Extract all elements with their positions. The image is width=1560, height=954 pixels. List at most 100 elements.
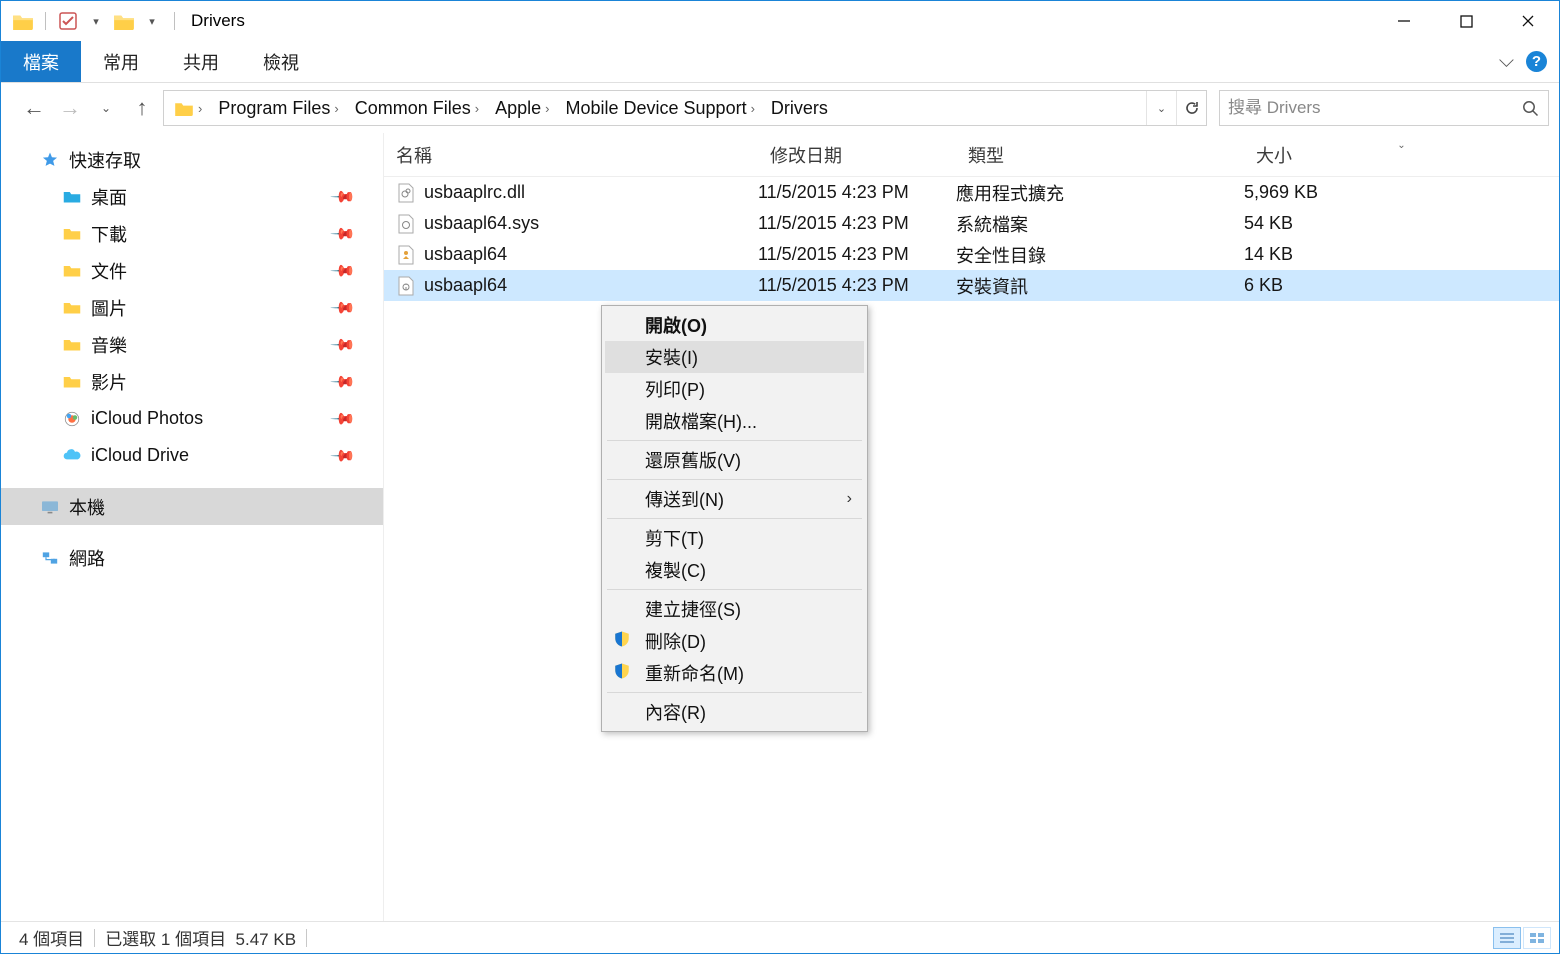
pin-icon: 📌 (329, 182, 357, 210)
ctx-restore[interactable]: 還原舊版(V) (605, 444, 864, 476)
menu-separator (607, 518, 862, 519)
help-icon[interactable]: ? (1526, 51, 1547, 72)
sidebar-item-videos[interactable]: 影片📌 (1, 363, 383, 400)
pin-icon: 📌 (329, 367, 357, 395)
menu-separator (607, 440, 862, 441)
forward-button[interactable]: → (55, 93, 85, 123)
up-button[interactable]: ↑ (127, 93, 157, 123)
ctx-install[interactable]: 安裝(I) (605, 341, 864, 373)
close-button[interactable] (1497, 1, 1559, 41)
back-button[interactable]: ← (19, 93, 49, 123)
breadcrumb-item[interactable]: Program Files› (212, 91, 348, 125)
navigation-bar: ← → ⌄ ↑ › Program Files› Common Files› A… (1, 83, 1559, 133)
folder-icon (61, 260, 83, 282)
pin-icon: 📌 (329, 219, 357, 247)
recent-dropdown-icon[interactable]: ⌄ (91, 93, 121, 123)
shield-icon (613, 630, 631, 653)
divider (45, 12, 46, 30)
search-box[interactable] (1219, 90, 1549, 126)
column-date[interactable]: 修改日期 (758, 142, 956, 168)
file-row[interactable]: usbaapl64 11/5/2015 4:23 PM 安全性目錄 14 KB (384, 239, 1559, 270)
refresh-button[interactable] (1176, 91, 1206, 125)
divider (306, 929, 307, 947)
column-type[interactable]: 類型 (956, 142, 1244, 168)
tab-home[interactable]: 常用 (81, 41, 161, 82)
menu-separator (607, 479, 862, 480)
ctx-copy[interactable]: 複製(C) (605, 554, 864, 586)
file-row[interactable]: usbaapl64.sys 11/5/2015 4:23 PM 系統檔案 54 … (384, 208, 1559, 239)
sidebar-item-music[interactable]: 音樂📌 (1, 326, 383, 363)
folder-icon (61, 334, 83, 356)
pin-icon: 📌 (329, 330, 357, 358)
shield-icon (613, 662, 631, 685)
icloud-drive-icon (61, 445, 83, 467)
breadcrumb-item[interactable]: Drivers (765, 91, 834, 125)
pc-icon (39, 496, 61, 518)
sidebar-this-pc[interactable]: 本機 (1, 488, 383, 525)
tab-file[interactable]: 檔案 (1, 41, 81, 82)
maximize-button[interactable] (1435, 1, 1497, 41)
sidebar-item-documents[interactable]: 文件📌 (1, 252, 383, 289)
status-item-count: 4 個項目 (9, 925, 94, 950)
ribbon-expand-icon[interactable]: ⌵ (1499, 50, 1514, 73)
folder-icon (61, 186, 83, 208)
qat-dropdown-icon[interactable]: ▾ (84, 9, 108, 33)
ctx-delete[interactable]: 刪除(D) (605, 625, 864, 657)
search-icon[interactable] (1512, 100, 1548, 117)
view-details-button[interactable] (1493, 927, 1521, 949)
sys-file-icon (396, 214, 416, 234)
file-row[interactable]: usbaaplrc.dll 11/5/2015 4:23 PM 應用程式擴充 5… (384, 177, 1559, 208)
minimize-button[interactable] (1373, 1, 1435, 41)
breadcrumb-item[interactable]: Common Files› (349, 91, 489, 125)
breadcrumb-root-icon[interactable]: › (168, 91, 212, 125)
ctx-cut[interactable]: 剪下(T) (605, 522, 864, 554)
tab-view[interactable]: 檢視 (241, 41, 321, 82)
icloud-photos-icon (61, 408, 83, 430)
ctx-print[interactable]: 列印(P) (605, 373, 864, 405)
qat-properties-icon[interactable] (56, 9, 80, 33)
ctx-open[interactable]: 開啟(O) (605, 309, 864, 341)
dll-file-icon (396, 183, 416, 203)
file-list-pane: 名稱 修改日期 類型 大小⌄ usbaaplrc.dll 11/5/2015 4… (384, 133, 1559, 921)
ctx-properties[interactable]: 內容(R) (605, 696, 864, 728)
context-menu: 開啟(O) 安裝(I) 列印(P) 開啟檔案(H)... 還原舊版(V) 傳送到… (601, 305, 868, 732)
cat-file-icon (396, 245, 416, 265)
breadcrumb-item[interactable]: Apple› (489, 91, 559, 125)
search-input[interactable] (1220, 98, 1512, 118)
breadcrumb-item[interactable]: Mobile Device Support› (559, 91, 764, 125)
view-thumbnails-button[interactable] (1523, 927, 1551, 949)
status-selected: 已選取 1 個項目 5.47 KB (95, 925, 306, 950)
menu-separator (607, 589, 862, 590)
pin-icon: 📌 (329, 293, 357, 321)
sidebar-quick-access[interactable]: 快速存取 (1, 141, 383, 178)
pin-icon: 📌 (329, 404, 357, 432)
ctx-rename[interactable]: 重新命名(M) (605, 657, 864, 689)
file-row[interactable]: usbaapl64 11/5/2015 4:23 PM 安裝資訊 6 KB (384, 270, 1559, 301)
address-dropdown-icon[interactable]: ⌄ (1146, 91, 1176, 125)
star-icon (39, 149, 61, 171)
title-bar: ▾ ▾ Drivers (1, 1, 1559, 41)
folder-icon (11, 9, 35, 33)
ctx-send-to[interactable]: 傳送到(N)› (605, 483, 864, 515)
sidebar-item-pictures[interactable]: 圖片📌 (1, 289, 383, 326)
sidebar-item-downloads[interactable]: 下載📌 (1, 215, 383, 252)
inf-file-icon (396, 276, 416, 296)
qat-chevron-icon[interactable]: ▾ (140, 9, 164, 33)
address-bar[interactable]: › Program Files› Common Files› Apple› Mo… (163, 90, 1207, 126)
sidebar-item-icloud-photos[interactable]: iCloud Photos📌 (1, 400, 383, 437)
ctx-open-with[interactable]: 開啟檔案(H)... (605, 405, 864, 437)
divider (174, 12, 175, 30)
chevron-right-icon: › (847, 490, 852, 508)
sidebar-network[interactable]: 網路 (1, 539, 383, 576)
folder-icon (61, 223, 83, 245)
ctx-shortcut[interactable]: 建立捷徑(S) (605, 593, 864, 625)
menu-separator (607, 692, 862, 693)
status-bar: 4 個項目 已選取 1 個項目 5.47 KB (1, 921, 1559, 953)
window-title: Drivers (191, 11, 245, 31)
tab-share[interactable]: 共用 (161, 41, 241, 82)
folder-icon (112, 9, 136, 33)
column-name[interactable]: 名稱 (384, 142, 758, 168)
sidebar-item-icloud-drive[interactable]: iCloud Drive📌 (1, 437, 383, 474)
column-size[interactable]: 大小⌄ (1244, 142, 1559, 168)
sidebar-item-desktop[interactable]: 桌面📌 (1, 178, 383, 215)
